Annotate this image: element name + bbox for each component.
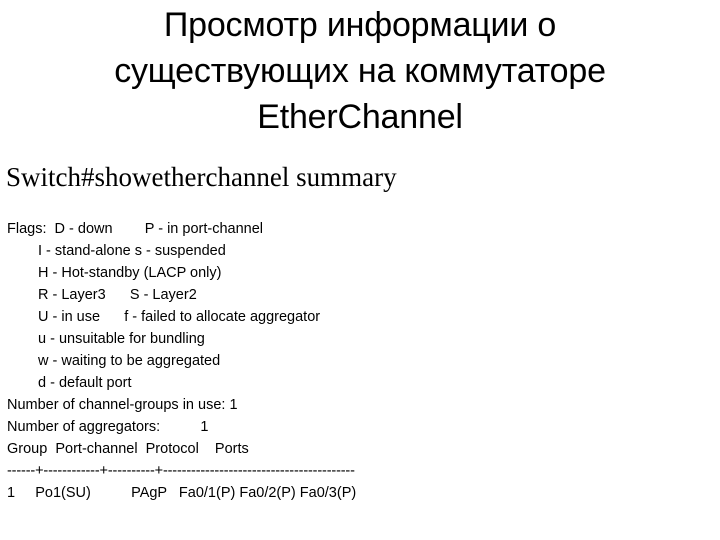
- slide-canvas: Просмотр информации о существующих на ко…: [0, 0, 720, 540]
- title-line-2: существующих на коммутаторе: [114, 52, 606, 90]
- output-line-flag-w: w - waiting to be aggregated: [38, 353, 221, 369]
- output-line-flag-h: H - Hot-standby (LACP only): [38, 265, 222, 281]
- output-line-channel-groups-count: Number of channel-groups in use: 1: [7, 397, 238, 413]
- output-line-flags-header: Flags: D - down P - in port-channel: [7, 221, 264, 237]
- output-line-flag-i-s: I - stand-alone s - suspended: [38, 243, 226, 259]
- cli-command-line: Switch#showetherchannel summary: [6, 162, 397, 192]
- output-line-flag-d-lower: d - default port: [38, 375, 132, 391]
- output-table-rule: ------+------------+----------+---------…: [7, 463, 355, 479]
- console-output-block: Flags: D - down P - in port-channel I - …: [7, 218, 707, 504]
- output-line-aggregators-count: Number of aggregators: 1: [7, 419, 209, 435]
- output-table-header: Group Port-channel Protocol Ports: [7, 441, 249, 457]
- title-line-1: Просмотр информации о: [163, 6, 557, 44]
- output-line-flag-r-s: R - Layer3 S - Layer2: [38, 287, 197, 303]
- slide-title: Просмотр информации о существующих на ко…: [30, 2, 690, 140]
- output-line-flag-u-lower: u - unsuitable for bundling: [38, 331, 205, 347]
- title-line-3: EtherChannel: [257, 98, 463, 136]
- output-line-flag-u-f: U - in use f - failed to allocate aggreg…: [38, 309, 321, 325]
- output-table-row: 1 Po1(SU) PAgP Fa0/1(P) Fa0/2(P) Fa0/3(P…: [7, 485, 357, 501]
